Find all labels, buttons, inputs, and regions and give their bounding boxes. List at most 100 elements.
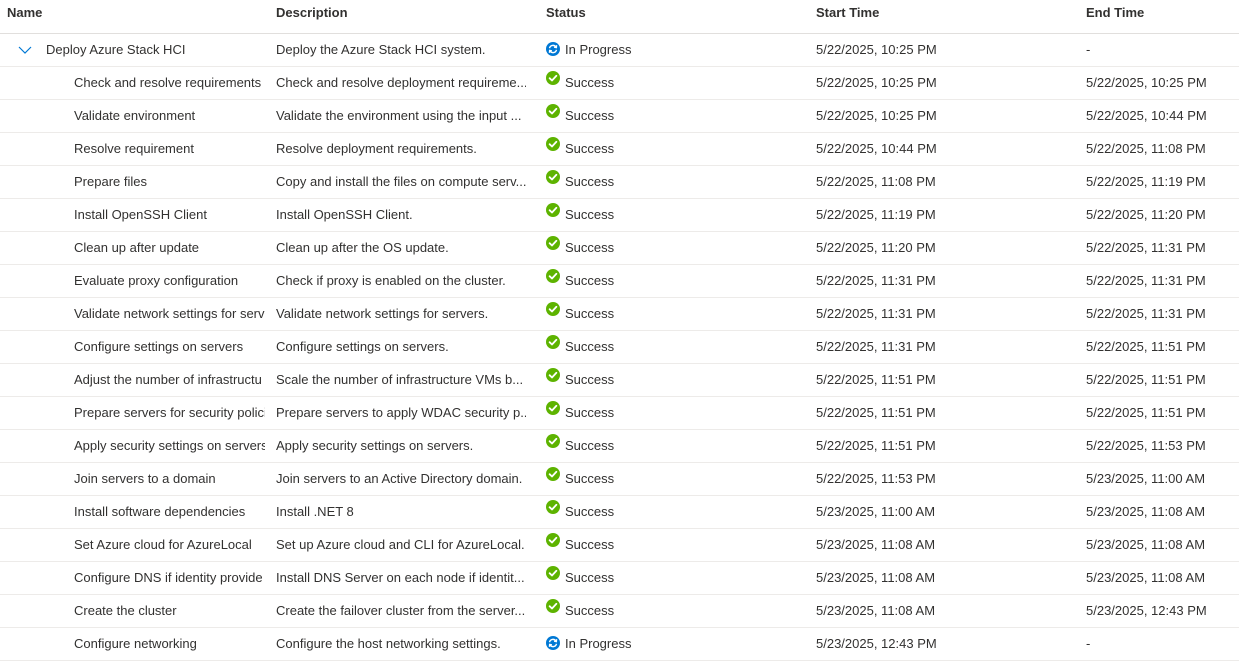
success-check-icon xyxy=(546,137,560,151)
success-check-icon xyxy=(546,302,560,316)
step-name: Adjust the number of infrastructu xyxy=(74,372,262,387)
step-status: Success xyxy=(546,166,776,198)
step-end-time: 5/23/2025, 11:00 AM xyxy=(1086,471,1206,486)
table-row[interactable]: Validate network settings for serv Valida… xyxy=(0,298,1239,331)
table-row[interactable]: Create the cluster Create the failover cl… xyxy=(0,595,1239,628)
success-check-icon xyxy=(546,401,560,415)
step-name: Join servers to a domain xyxy=(74,471,216,486)
step-status: Success xyxy=(546,133,776,165)
table-row[interactable]: Evaluate proxy configuration Check if pro… xyxy=(0,265,1239,298)
step-description: Validate network settings for servers. xyxy=(276,306,489,321)
step-end-time: 5/22/2025, 11:31 PM xyxy=(1086,273,1206,288)
step-status: In Progress xyxy=(546,628,776,660)
step-name: Check and resolve requirements xyxy=(74,75,262,90)
step-status: Success xyxy=(546,232,776,264)
status-text: In Progress xyxy=(565,636,632,651)
step-end-time: 5/22/2025, 10:44 PM xyxy=(1086,108,1207,123)
table-row[interactable]: Prepare files Copy and install the files … xyxy=(0,166,1239,199)
step-description: Validate the environment using the input… xyxy=(276,108,522,123)
step-start-time: 5/22/2025, 11:51 PM xyxy=(816,405,936,420)
step-status: Success xyxy=(546,298,776,330)
table-row[interactable]: Install software dependencies Install .NE… xyxy=(0,496,1239,529)
step-start-time: 5/22/2025, 11:31 PM xyxy=(816,339,936,354)
step-status: Success xyxy=(546,67,776,99)
step-description: Check and resolve deployment requireme..… xyxy=(276,75,526,90)
step-name: Deploy Azure Stack HCI xyxy=(46,42,186,57)
step-end-time: 5/22/2025, 11:08 PM xyxy=(1086,141,1206,156)
step-description: Install OpenSSH Client. xyxy=(276,207,413,222)
step-status: Success xyxy=(546,595,776,627)
table-row[interactable]: Check and resolve requirements Check and … xyxy=(0,67,1239,100)
step-name: Configure networking xyxy=(74,636,197,651)
table-row[interactable]: Configure networking Configure the host n… xyxy=(0,628,1239,661)
step-start-time: 5/22/2025, 10:25 PM xyxy=(816,108,937,123)
success-check-icon xyxy=(546,566,560,580)
step-name: Create the cluster xyxy=(74,603,177,618)
step-start-time: 5/22/2025, 11:08 PM xyxy=(816,174,936,189)
table-row[interactable]: Clean up after update Clean up after the … xyxy=(0,232,1239,265)
step-name: Install software dependencies xyxy=(74,504,246,519)
column-header-start-time[interactable]: Start Time xyxy=(816,5,879,20)
step-description: Configure settings on servers. xyxy=(276,339,449,354)
status-text: Success xyxy=(565,273,615,288)
step-name: Validate environment xyxy=(74,108,196,123)
table-row[interactable]: Validate environment Validate the environ… xyxy=(0,100,1239,133)
step-end-time: 5/22/2025, 11:51 PM xyxy=(1086,339,1206,354)
table-row[interactable]: Apply security settings on servers Apply … xyxy=(0,430,1239,463)
in-progress-icon xyxy=(546,42,560,56)
success-check-icon xyxy=(546,170,560,184)
success-check-icon xyxy=(546,71,560,85)
status-indicator: Success xyxy=(546,529,614,561)
step-start-time: 5/23/2025, 12:43 PM xyxy=(816,636,937,651)
step-status: Success xyxy=(546,430,776,462)
step-name: Configure DNS if identity provide xyxy=(74,570,263,585)
step-end-time: 5/23/2025, 11:08 AM xyxy=(1086,570,1206,585)
step-name: Prepare servers for security polici xyxy=(74,405,265,420)
step-description: Configure the host networking settings. xyxy=(276,636,501,651)
table-row[interactable]: Prepare servers for security polici Prepa… xyxy=(0,397,1239,430)
column-header-name[interactable]: Name xyxy=(7,5,42,20)
table-row[interactable]: Resolve requirement Resolve deployment re… xyxy=(0,133,1239,166)
step-status: Success xyxy=(546,562,776,594)
status-indicator: Success xyxy=(546,67,614,99)
success-check-icon xyxy=(546,203,560,217)
table-row[interactable]: Install OpenSSH Client Install OpenSSH Cl… xyxy=(0,199,1239,232)
step-status: Success xyxy=(546,331,776,363)
success-check-icon xyxy=(546,599,560,613)
step-description: Check if proxy is enabled on the cluster… xyxy=(276,273,506,288)
success-check-icon xyxy=(546,368,560,382)
column-header-status[interactable]: Status xyxy=(546,5,586,20)
table-row[interactable]: Configure DNS if identity provide Install… xyxy=(0,562,1239,595)
table-row-parent[interactable]: Deploy Azure Stack HCI Deploy the Azure S… xyxy=(0,34,1239,67)
status-text: Success xyxy=(565,108,615,123)
step-start-time: 5/22/2025, 11:31 PM xyxy=(816,273,936,288)
grid-body: Deploy Azure Stack HCI Deploy the Azure S… xyxy=(0,34,1239,661)
step-end-time: 5/22/2025, 11:51 PM xyxy=(1086,405,1206,420)
status-indicator: Success xyxy=(546,166,614,198)
status-text: In Progress xyxy=(565,42,632,57)
table-row[interactable]: Adjust the number of infrastructu Scale t… xyxy=(0,364,1239,397)
status-indicator: Success xyxy=(546,364,614,396)
step-name: Evaluate proxy configuration xyxy=(74,273,239,288)
step-description: Scale the number of infrastructure VMs b… xyxy=(276,372,524,387)
chevron-down-icon[interactable] xyxy=(18,44,32,56)
success-check-icon xyxy=(546,434,560,448)
step-end-time: 5/22/2025, 11:31 PM xyxy=(1086,240,1206,255)
step-start-time: 5/23/2025, 11:08 AM xyxy=(816,603,936,618)
table-row[interactable]: Join servers to a domain Join servers to … xyxy=(0,463,1239,496)
status-text: Success xyxy=(565,537,615,552)
step-description: Apply security settings on servers. xyxy=(276,438,474,453)
step-start-time: 5/22/2025, 10:44 PM xyxy=(816,141,937,156)
step-name: Configure settings on servers xyxy=(74,339,244,354)
status-text: Success xyxy=(565,504,615,519)
table-row[interactable]: Set Azure cloud for AzureLocal Set up Azu… xyxy=(0,529,1239,562)
step-start-time: 5/22/2025, 11:51 PM xyxy=(816,438,936,453)
column-header-description[interactable]: Description xyxy=(276,5,348,20)
status-text: Success xyxy=(565,339,615,354)
status-indicator: Success xyxy=(546,331,614,363)
status-text: Success xyxy=(565,603,615,618)
step-description: Install DNS Server on each node if ident… xyxy=(276,570,525,585)
column-header-end-time[interactable]: End Time xyxy=(1086,5,1144,20)
table-row[interactable]: Configure settings on servers Configure s… xyxy=(0,331,1239,364)
step-end-time: 5/22/2025, 11:19 PM xyxy=(1086,174,1206,189)
